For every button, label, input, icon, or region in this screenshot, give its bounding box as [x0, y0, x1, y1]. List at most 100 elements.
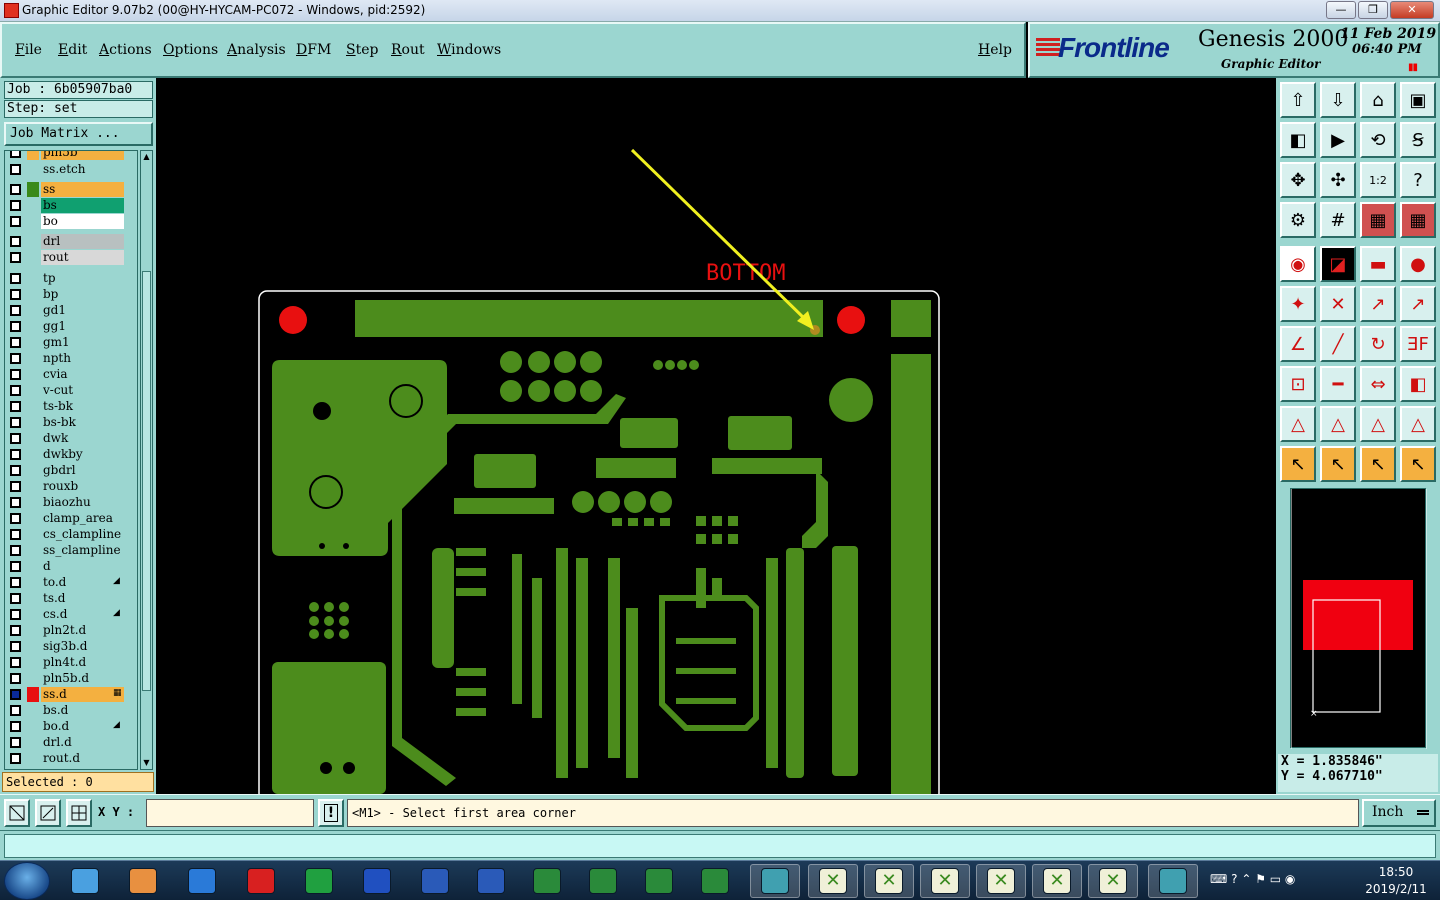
layer-checkbox[interactable] [10, 385, 21, 396]
pad-round-button[interactable]: ● [1400, 246, 1436, 282]
layer-color-swatch[interactable] [27, 271, 39, 286]
layer-checkbox[interactable] [10, 465, 21, 476]
layer-row[interactable]: pln5b [5, 151, 137, 160]
scroll-down-icon[interactable]: ▼ [141, 757, 152, 769]
layer-row[interactable]: ss [5, 182, 137, 197]
layer-name[interactable]: ss.d [41, 687, 124, 702]
layer-row[interactable]: gbdrl [5, 463, 137, 478]
layer-checkbox[interactable] [10, 497, 21, 508]
layer-name[interactable]: dwk [41, 431, 124, 446]
layer-row[interactable]: cvia [5, 367, 137, 382]
layer-name[interactable]: dwkby [41, 447, 124, 462]
text-f-button[interactable]: ƎF [1400, 326, 1436, 362]
layer-row[interactable]: bo [5, 214, 137, 229]
layer-name[interactable]: pln2t.d [41, 623, 124, 638]
layer-checkbox[interactable] [10, 529, 21, 540]
menu-edit[interactable]: Edit [58, 42, 87, 58]
layer-name[interactable]: cs.d [41, 607, 124, 622]
layer-checkbox[interactable] [10, 184, 21, 195]
feature-filter-button[interactable]: ⚙ [1280, 202, 1316, 238]
layer-color-swatch[interactable] [27, 234, 39, 249]
pointer-rotate-button[interactable]: ↖ [1360, 446, 1396, 482]
save-button[interactable]: ⇩ [1320, 82, 1356, 118]
layer-row[interactable]: to.d ◢ [5, 575, 137, 590]
menu-help[interactable]: Help [978, 42, 1012, 58]
layer-checkbox[interactable] [10, 673, 21, 684]
layer-color-swatch[interactable] [27, 447, 39, 462]
zoom-left-button[interactable]: ◧ [1280, 122, 1316, 158]
layer-color-swatch[interactable] [27, 287, 39, 302]
layer-name[interactable]: rout.d [41, 751, 124, 766]
layer-checkbox[interactable] [10, 481, 21, 492]
layer-color-swatch[interactable] [27, 319, 39, 334]
line-move-button[interactable]: ↗ [1400, 286, 1436, 322]
layer-name[interactable]: drl.d [41, 735, 124, 750]
layer-checkbox[interactable] [10, 321, 21, 332]
layer-row[interactable]: tp [5, 271, 137, 286]
taskbar-item[interactable] [410, 864, 460, 898]
layer-row[interactable]: bp [5, 287, 137, 302]
layer-checkbox[interactable] [10, 561, 21, 572]
layer-checkbox[interactable] [10, 305, 21, 316]
layer-row[interactable]: bs-bk [5, 415, 137, 430]
layer-list[interactable]: pln5b ss.etch ss bs bo drl rout tp bp gd1 gg1 gm1 np… [4, 150, 138, 770]
layer-name[interactable]: gd1 [41, 303, 124, 318]
layer-color-swatch[interactable] [27, 303, 39, 318]
triangle-b-button[interactable]: △ [1320, 406, 1356, 442]
layer-row[interactable]: pln2t.d [5, 623, 137, 638]
taskbar-item[interactable] [294, 864, 344, 898]
layer-name[interactable]: gbdrl [41, 463, 124, 478]
pcb-view[interactable]: BOTTOM [156, 78, 1276, 794]
scroll-up-icon[interactable]: ▲ [141, 151, 152, 163]
layer-checkbox[interactable] [10, 273, 21, 284]
snap-s-button[interactable]: Ꞩ [1400, 122, 1436, 158]
layer-checkbox[interactable] [10, 151, 21, 158]
menu-file[interactable]: File [15, 42, 42, 58]
layer-row[interactable]: ts-bk [5, 399, 137, 414]
layer-name[interactable]: cs_clampline [41, 527, 124, 542]
layer-name[interactable]: ts-bk [41, 399, 124, 414]
arc-button[interactable]: ↻ [1360, 326, 1396, 362]
layer-row[interactable]: gd1 [5, 303, 137, 318]
pointer-box-button[interactable]: ↖ [1320, 446, 1356, 482]
zoom-right-button[interactable]: ▶ [1320, 122, 1356, 158]
layer-color-swatch[interactable] [27, 543, 39, 558]
layer-row[interactable]: cs.d ◢ [5, 607, 137, 622]
menu-step[interactable]: Step [346, 42, 378, 58]
pointer-path-button[interactable]: ↖ [1400, 446, 1436, 482]
layer-checkbox[interactable] [10, 449, 21, 460]
alert-button[interactable]: ! [318, 799, 344, 827]
layer-row[interactable]: ts.d [5, 591, 137, 606]
layer-checkbox[interactable] [10, 593, 21, 604]
layer-checkbox[interactable] [10, 369, 21, 380]
layer-color-swatch[interactable] [27, 623, 39, 638]
layer-row[interactable]: drl.d [5, 735, 137, 750]
layer-color-swatch[interactable] [27, 591, 39, 606]
layer-color-swatch[interactable] [27, 399, 39, 414]
menu-actions[interactable]: Actions [99, 42, 152, 58]
layer-color-swatch[interactable] [27, 182, 39, 197]
layer-row[interactable]: drl [5, 234, 137, 249]
layer-checkbox[interactable] [10, 353, 21, 364]
layer-checkbox[interactable] [10, 753, 21, 764]
taskbar-item[interactable]: ✕ [920, 864, 970, 898]
taskbar-item[interactable] [118, 864, 168, 898]
open-step-button[interactable]: ⇧ [1280, 82, 1316, 118]
layer-color-swatch[interactable] [27, 479, 39, 494]
layer-name[interactable]: to.d [41, 575, 124, 590]
layer-name[interactable]: bs [41, 198, 124, 213]
group-button[interactable]: ◧ [1400, 366, 1436, 402]
layer-name[interactable]: ss_clampline [41, 543, 124, 558]
layer-name[interactable]: v-cut [41, 383, 124, 398]
layer-color-swatch[interactable] [27, 607, 39, 622]
pad-button[interactable]: ◉ [1280, 246, 1316, 282]
pointer-button[interactable]: ↖ [1280, 446, 1316, 482]
layer-color-swatch[interactable] [27, 367, 39, 382]
menu-options[interactable]: Options [163, 42, 218, 58]
layer-name[interactable]: drl [41, 234, 124, 249]
help-button[interactable]: ? [1400, 162, 1436, 198]
layer-color-swatch[interactable] [27, 198, 39, 213]
menu-analysis[interactable]: Analysis [227, 42, 286, 58]
angle-button[interactable]: ∠ [1280, 326, 1316, 362]
layer-row[interactable]: biaozhu [5, 495, 137, 510]
